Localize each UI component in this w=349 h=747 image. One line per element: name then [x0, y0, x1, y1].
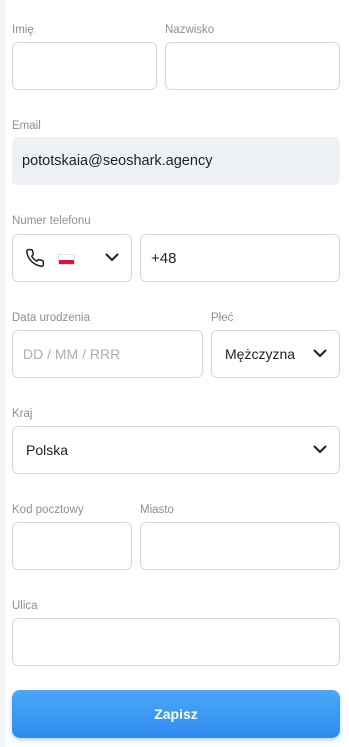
postal-code-label: Kod pocztowy — [12, 504, 84, 516]
street-input[interactable] — [12, 618, 340, 666]
phone-country-select[interactable] — [12, 234, 132, 282]
city-label: Miasto — [140, 504, 174, 516]
birth-date-input[interactable]: DD / MM / RRR — [12, 330, 203, 378]
phone-label: Numer telefonu — [12, 215, 91, 227]
email-value: pototskaia@seoshark.agency — [22, 153, 213, 169]
email-field: pototskaia@seoshark.agency — [12, 137, 340, 185]
poland-flag-icon — [58, 254, 75, 265]
country-select[interactable]: Polska — [12, 426, 340, 474]
first-name-input[interactable] — [12, 42, 157, 90]
gender-label: Płeć — [211, 312, 234, 324]
phone-prefix: +48 — [151, 249, 177, 267]
save-button[interactable]: Zapisz — [12, 690, 340, 738]
city-input[interactable] — [140, 522, 340, 570]
chevron-down-icon — [313, 349, 327, 357]
profile-form: Imię Nazwisko Email pototskaia@seoshark.… — [0, 0, 349, 747]
birth-date-placeholder: DD / MM / RRR — [23, 346, 121, 362]
phone-number-input[interactable]: +48 — [140, 234, 340, 282]
birth-date-label: Data urodzenia — [12, 312, 90, 324]
last-name-input[interactable] — [165, 42, 340, 90]
phone-icon — [25, 248, 45, 268]
left-edge-strip — [0, 0, 5, 747]
country-selected-value: Polska — [26, 442, 69, 458]
country-label: Kraj — [12, 408, 33, 420]
chevron-down-icon — [313, 445, 327, 453]
street-label: Ulica — [12, 600, 38, 612]
last-name-label: Nazwisko — [165, 24, 215, 36]
gender-selected-value: Mężczyzna — [225, 346, 296, 362]
chevron-down-icon — [105, 253, 119, 261]
gender-select[interactable]: Mężczyzna — [211, 330, 340, 378]
postal-code-input[interactable] — [12, 522, 132, 570]
email-label: Email — [12, 120, 41, 132]
first-name-label: Imię — [12, 24, 34, 36]
